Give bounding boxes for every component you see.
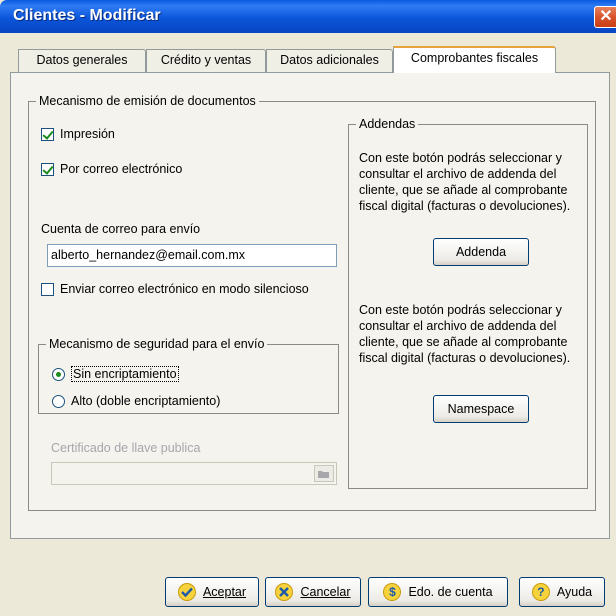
silencioso-checkbox-row[interactable]: Enviar correo electrónico en modo silenc… <box>41 282 309 296</box>
ayuda-label: Ayuda <box>556 585 593 599</box>
namespace-description: Con este botón podrás seleccionar y cons… <box>359 303 571 365</box>
correo-label: Por correo electrónico <box>60 162 183 176</box>
emision-legend: Mecanismo de emisión de documentos <box>36 94 259 108</box>
certificado-input <box>51 462 337 485</box>
tab-label: Crédito y ventas <box>160 53 252 67</box>
close-icon: ✕ <box>599 8 613 25</box>
sin-encriptamiento-label: Sin encriptamiento <box>71 366 179 382</box>
folder-icon <box>318 470 329 478</box>
tab-datos-adicionales[interactable]: Datos adicionales <box>266 49 393 72</box>
check-circle-icon <box>177 583 196 601</box>
sin-encriptamiento-row[interactable]: Sin encriptamiento <box>52 366 179 382</box>
tab-strip: Datos generales Crédito y ventas Datos a… <box>0 33 616 73</box>
edo-cuenta-button[interactable]: $ Edo. de cuenta <box>368 577 508 607</box>
edo-cuenta-label: Edo. de cuenta <box>408 585 493 599</box>
seguridad-legend: Mecanismo de seguridad para el envío <box>46 337 268 351</box>
tab-label: Datos adicionales <box>280 53 379 67</box>
alto-encriptamiento-label: Alto (doble encriptamiento) <box>71 394 221 408</box>
question-icon: ? <box>531 583 550 601</box>
addenda-button-label: Addenda <box>455 245 507 259</box>
alto-encriptamiento-radio[interactable] <box>52 394 65 408</box>
impresion-label: Impresión <box>60 127 115 141</box>
title-bar[interactable]: Clientes - Modificar ✕ <box>0 0 616 33</box>
certificado-label: Certificado de llave publica <box>51 441 201 455</box>
correo-checkbox-row[interactable]: Por correo electrónico <box>41 162 182 176</box>
cancelar-label: Cancelar <box>300 585 351 599</box>
aceptar-button[interactable]: Aceptar <box>165 577 259 607</box>
addenda-button[interactable]: Addenda <box>433 238 529 266</box>
cuenta-correo-input[interactable]: alberto_hernandez@email.com.mx <box>47 244 337 267</box>
impresion-checkbox[interactable] <box>41 127 54 141</box>
dollar-icon: $ <box>383 583 402 601</box>
sin-encriptamiento-radio[interactable] <box>52 367 65 381</box>
tab-label: Datos generales <box>36 53 128 67</box>
ayuda-button[interactable]: ? Ayuda <box>519 577 605 607</box>
tab-label: Comprobantes fiscales <box>410 51 539 65</box>
close-button[interactable]: ✕ <box>594 6 616 28</box>
aceptar-label: Aceptar <box>202 585 247 599</box>
cuenta-label: Cuenta de correo para envío <box>41 222 201 236</box>
silencioso-checkbox[interactable] <box>41 282 54 296</box>
correo-checkbox[interactable] <box>41 162 54 176</box>
window-title: Clientes - Modificar <box>13 7 161 24</box>
addendas-legend: Addendas <box>356 117 419 131</box>
alto-encriptamiento-row[interactable]: Alto (doble encriptamiento) <box>52 394 220 408</box>
cancelar-button[interactable]: Cancelar <box>265 577 361 607</box>
tab-datos-generales[interactable]: Datos generales <box>18 49 146 72</box>
silencioso-label: Enviar correo electrónico en modo silenc… <box>60 282 309 296</box>
impresion-checkbox-row[interactable]: Impresión <box>41 127 115 141</box>
tab-credito-ventas[interactable]: Crédito y ventas <box>146 49 266 72</box>
addenda-description: Con este botón podrás seleccionar y cons… <box>359 151 571 213</box>
certificado-browse-button <box>314 465 334 482</box>
tab-comprobantes-fiscales[interactable]: Comprobantes fiscales <box>393 46 556 73</box>
namespace-button-label: Namespace <box>447 402 515 416</box>
namespace-button[interactable]: Namespace <box>433 395 529 423</box>
x-circle-icon <box>275 583 294 601</box>
